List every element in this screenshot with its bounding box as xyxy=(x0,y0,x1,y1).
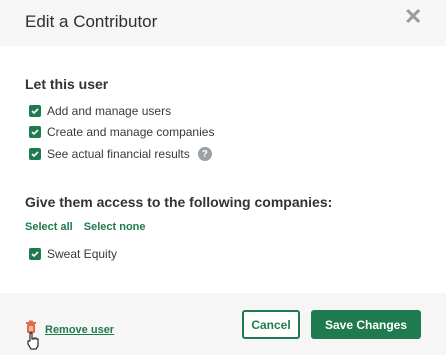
dialog-header: Edit a Contributor ✕ xyxy=(0,0,446,46)
selection-links: Select all Select none xyxy=(25,221,154,233)
permissions-heading: Let this user xyxy=(25,76,109,92)
checkbox-checked-icon[interactable] xyxy=(29,148,41,160)
company-label: Sweat Equity xyxy=(47,247,118,261)
company-row[interactable]: Sweat Equity xyxy=(29,246,117,262)
close-icon[interactable]: ✕ xyxy=(404,6,422,28)
checkbox-row[interactable]: Create and manage companies xyxy=(29,124,214,140)
checkbox-row[interactable]: Add and manage users xyxy=(29,103,171,119)
help-icon[interactable]: ? xyxy=(197,147,212,161)
save-button[interactable]: Save Changes xyxy=(311,310,421,339)
checkbox-checked-icon[interactable] xyxy=(29,248,41,260)
checkbox-checked-icon[interactable] xyxy=(29,105,41,117)
checkbox-label: See actual financial results xyxy=(47,147,190,161)
dialog-title: Edit a Contributor xyxy=(25,12,158,31)
checkbox-row[interactable]: See actual financial results ? xyxy=(29,146,212,162)
dialog-body: Let this user Add and manage users Creat… xyxy=(0,46,446,293)
select-none-link[interactable]: Select none xyxy=(84,221,146,233)
checkbox-label: Create and manage companies xyxy=(47,125,215,139)
companies-heading: Give them access to the following compan… xyxy=(25,194,333,210)
hand-cursor-icon xyxy=(26,332,40,355)
select-all-link[interactable]: Select all xyxy=(25,221,73,233)
checkbox-checked-icon[interactable] xyxy=(29,126,41,138)
checkbox-label: Add and manage users xyxy=(47,104,172,118)
cancel-button[interactable]: Cancel xyxy=(242,310,300,339)
remove-user-link[interactable]: Remove user xyxy=(45,324,114,336)
